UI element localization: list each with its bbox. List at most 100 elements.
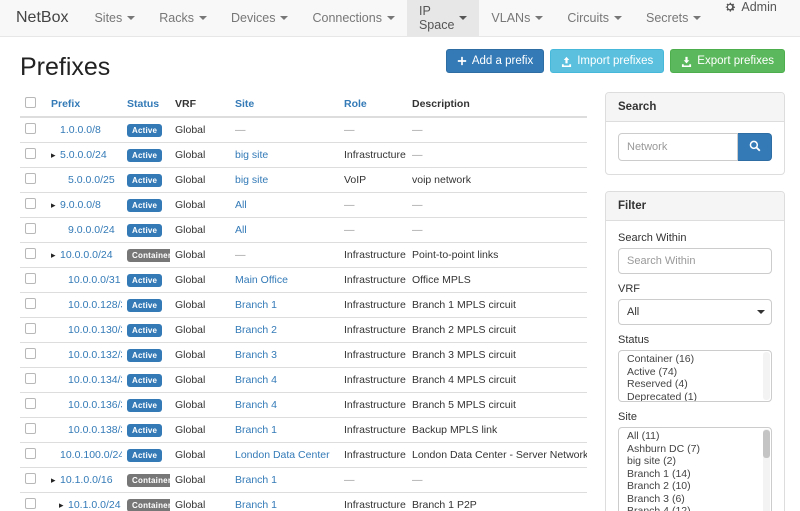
nav-link[interactable]: Secrets xyxy=(634,0,713,36)
prefix-link[interactable]: 5.0.0.0/24 xyxy=(60,149,107,161)
add-a-prefix-button[interactable]: Add a prefix xyxy=(446,49,544,73)
site-link[interactable]: Branch 1 xyxy=(235,424,277,436)
row-checkbox[interactable] xyxy=(25,473,36,484)
filter-label-site: Site xyxy=(618,411,772,423)
scrollbar-track[interactable] xyxy=(763,429,770,511)
row-checkbox[interactable] xyxy=(25,273,36,284)
prefix-link[interactable]: 10.0.0.134/31 xyxy=(68,374,122,386)
filter-panel: Filter Search WithinVRFAllStatusContaine… xyxy=(605,191,785,511)
row-checkbox[interactable] xyxy=(25,423,36,434)
vrf-select[interactable]: All xyxy=(618,299,772,325)
site-link[interactable]: big site xyxy=(235,149,268,161)
site-link[interactable]: Branch 4 xyxy=(235,374,277,386)
export-prefixes-button[interactable]: Export prefixes xyxy=(670,49,785,73)
listbox-option[interactable]: big site (2) xyxy=(619,456,771,469)
row-checkbox[interactable] xyxy=(25,148,36,159)
site-link[interactable]: Main Office xyxy=(235,274,288,286)
row-checkbox[interactable] xyxy=(25,198,36,209)
listbox-option[interactable]: Branch 1 (14) xyxy=(619,469,771,482)
prefix-link[interactable]: 10.0.0.132/31 xyxy=(68,349,122,361)
brand-link[interactable]: NetBox xyxy=(0,0,82,36)
prefix-link[interactable]: 10.0.0.128/31 xyxy=(68,299,122,311)
select-all-checkbox[interactable] xyxy=(25,97,36,108)
listbox-option[interactable]: Branch 2 (10) xyxy=(619,481,771,494)
vrf-cell: Global xyxy=(170,343,230,368)
nav-link[interactable]: VLANs xyxy=(479,0,555,36)
search-within-input[interactable] xyxy=(618,248,772,274)
listbox-option[interactable]: Active (74) xyxy=(619,367,771,380)
site-cell: Branch 1 xyxy=(230,493,339,511)
search-input[interactable] xyxy=(618,133,738,161)
scrollbar-thumb[interactable] xyxy=(763,430,770,458)
listbox-option[interactable]: Ashburn DC (7) xyxy=(619,444,771,457)
nav-item-sites: Sites xyxy=(82,0,147,36)
site-cell: London Data Center xyxy=(230,443,339,468)
row-checkbox[interactable] xyxy=(25,173,36,184)
site-link[interactable]: Branch 1 xyxy=(235,474,277,486)
prefix-link[interactable]: 10.0.0.0/31 xyxy=(68,274,121,286)
row-checkbox[interactable] xyxy=(25,448,36,459)
nav-link[interactable]: Sites xyxy=(82,0,147,36)
column-header-site[interactable]: Site xyxy=(230,92,339,117)
listbox-option[interactable]: Branch 3 (6) xyxy=(619,494,771,507)
site-link[interactable]: Branch 1 xyxy=(235,299,277,311)
row-checkbox[interactable] xyxy=(25,498,36,509)
admin-link[interactable]: Admin xyxy=(713,0,787,14)
site-link[interactable]: Branch 3 xyxy=(235,349,277,361)
row-checkbox[interactable] xyxy=(25,248,36,259)
nav-link[interactable]: IP Space xyxy=(407,0,479,36)
listbox-option[interactable]: All (11) xyxy=(619,431,771,444)
site-link[interactable]: Branch 1 xyxy=(235,499,277,511)
row-checkbox[interactable] xyxy=(25,223,36,234)
row-checkbox[interactable] xyxy=(25,348,36,359)
profile-link[interactable]: Profile xyxy=(788,0,800,14)
site-link[interactable]: Branch 2 xyxy=(235,324,277,336)
nav-link[interactable]: Connections xyxy=(300,0,407,36)
table-row: ▸10.1.0.0/16ContainerGlobalBranch 1—— xyxy=(20,468,587,493)
search-button[interactable] xyxy=(738,133,772,161)
prefix-link[interactable]: 10.0.0.130/31 xyxy=(68,324,122,336)
column-header-status[interactable]: Status xyxy=(122,92,170,117)
sort-link[interactable]: Role xyxy=(344,98,367,110)
listbox-option[interactable]: Reserved (4) xyxy=(619,379,771,392)
prefix-link[interactable]: 10.0.100.0/24 xyxy=(60,449,122,461)
site-link[interactable]: London Data Center xyxy=(235,449,330,461)
listbox-option[interactable]: Deprecated (1) xyxy=(619,392,771,403)
sort-link[interactable]: Status xyxy=(127,98,159,110)
prefix-link[interactable]: 9.0.0.0/24 xyxy=(68,224,115,236)
site-link[interactable]: big site xyxy=(235,174,268,186)
listbox-option[interactable]: Branch 4 (12) xyxy=(619,506,771,511)
site-link[interactable]: All xyxy=(235,224,247,236)
row-checkbox[interactable] xyxy=(25,298,36,309)
site-link[interactable]: All xyxy=(235,199,247,211)
prefix-link[interactable]: 9.0.0.0/8 xyxy=(60,199,101,211)
nav-link[interactable]: Racks xyxy=(147,0,219,36)
prefix-link[interactable]: 10.1.0.0/24 xyxy=(68,499,121,511)
row-checkbox[interactable] xyxy=(25,373,36,384)
import-prefixes-button[interactable]: Import prefixes xyxy=(550,49,664,73)
column-header-description: Description xyxy=(407,92,587,117)
prefix-link[interactable]: 10.0.0.138/31 xyxy=(68,424,122,436)
column-header-prefix[interactable]: Prefix xyxy=(46,92,122,117)
table-row: 10.0.0.138/31ActiveGlobalBranch 1Infrast… xyxy=(20,418,587,443)
prefix-link[interactable]: 10.0.0.136/31 xyxy=(68,399,122,411)
chevron-down-icon xyxy=(387,16,395,20)
listbox-option[interactable]: Container (16) xyxy=(619,354,771,367)
sort-link[interactable]: Prefix xyxy=(51,98,80,110)
scrollbar-track[interactable] xyxy=(763,352,770,400)
row-checkbox[interactable] xyxy=(25,398,36,409)
table-row: 5.0.0.0/25ActiveGlobalbig siteVoIPvoip n… xyxy=(20,168,587,193)
site-link[interactable]: Branch 4 xyxy=(235,399,277,411)
site-cell: Branch 4 xyxy=(230,393,339,418)
prefix-link[interactable]: 5.0.0.0/25 xyxy=(68,174,115,186)
column-header-role[interactable]: Role xyxy=(339,92,407,117)
prefix-link[interactable]: 10.1.0.0/16 xyxy=(60,474,113,486)
nav-link[interactable]: Devices xyxy=(219,0,300,36)
sort-link[interactable]: Site xyxy=(235,98,254,110)
nav-item-connections: Connections xyxy=(300,0,407,36)
nav-link[interactable]: Circuits xyxy=(555,0,634,36)
prefix-link[interactable]: 10.0.0.0/24 xyxy=(60,249,113,261)
row-checkbox[interactable] xyxy=(25,123,36,134)
row-checkbox[interactable] xyxy=(25,323,36,334)
prefix-link[interactable]: 1.0.0.0/8 xyxy=(60,124,101,136)
